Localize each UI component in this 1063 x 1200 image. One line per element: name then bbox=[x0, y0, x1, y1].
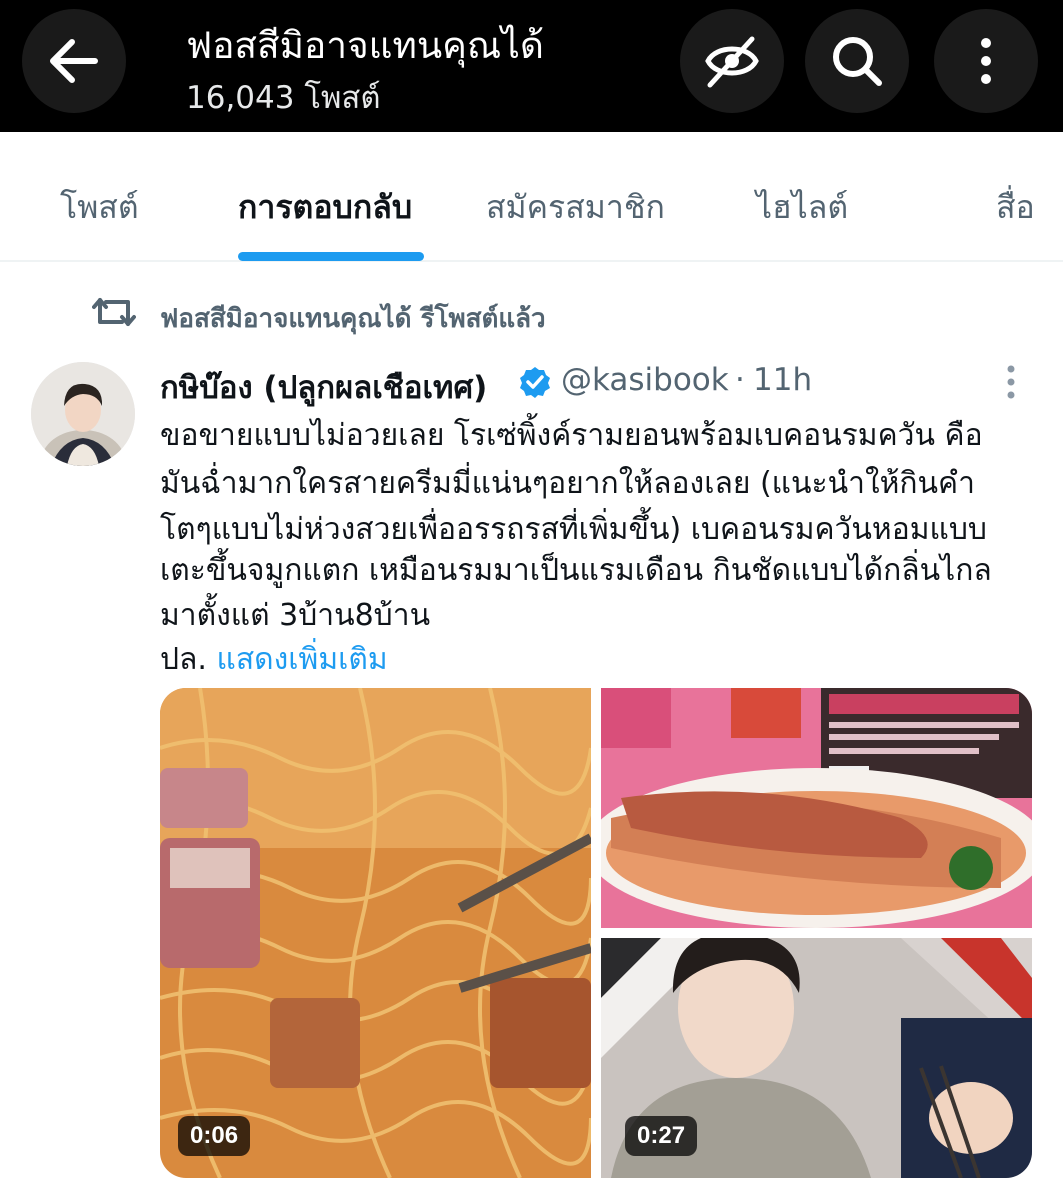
active-tab-indicator bbox=[238, 252, 424, 261]
verified-badge-icon bbox=[520, 367, 550, 398]
post-time[interactable]: 11h bbox=[753, 362, 812, 398]
tab-posts[interactable]: โพสต์ bbox=[60, 182, 139, 233]
post-more-icon[interactable] bbox=[996, 364, 1026, 400]
more-options-button[interactable] bbox=[934, 9, 1038, 113]
profile-tabs: โพสต์ การตอบกลับ สมัครสมาชิก ไฮไลต์ สื่อ bbox=[0, 132, 1063, 262]
author-name[interactable]: กษิบ๊อง (ปลูกผลเชือเทศ) bbox=[160, 362, 487, 412]
profile-title: ฟอสสีมิอาจแทนคุณได้ bbox=[186, 24, 544, 67]
show-more-link[interactable]: แสดงเพิ่มเติม bbox=[217, 642, 388, 677]
search-button[interactable] bbox=[805, 9, 909, 113]
eye-slash-icon bbox=[705, 36, 759, 88]
tab-subscriptions[interactable]: สมัครสมาชิก bbox=[486, 182, 665, 233]
video-duration: 0:27 bbox=[625, 1116, 698, 1156]
post-count: 16,043 โพสต์ bbox=[186, 80, 381, 116]
media-image-menu[interactable] bbox=[601, 688, 1032, 928]
arrow-left-icon bbox=[50, 39, 98, 83]
more-vertical-icon bbox=[981, 38, 991, 84]
post-text-prefix: ปล. bbox=[160, 642, 207, 677]
hide-button[interactable] bbox=[680, 9, 784, 113]
top-app-bar: ฟอสสีมิอาจแทนคุณได้ 16,043 โพสต์ bbox=[0, 0, 1063, 132]
tab-media[interactable]: สื่อ bbox=[996, 182, 1035, 233]
post-text-line: โตๆแบบไม่ห่วงสวยเพื่ออรรถรสที่เพิ่มขึ้น)… bbox=[160, 512, 987, 547]
tab-replies[interactable]: การตอบกลับ bbox=[238, 182, 412, 233]
separator-dot: · bbox=[735, 362, 745, 398]
post-text-line: ขอขายแบบไม่อวยเลย โรเซ่พิ้งค์รามยอนพร้อม… bbox=[160, 418, 983, 453]
post-text-line: มาตั้งแต่ 3บ้าน8บ้าน bbox=[160, 598, 431, 633]
post-text-last-line: ปล. แสดงเพิ่มเติม bbox=[160, 636, 1040, 683]
media-video-noodles[interactable]: 0:06 bbox=[160, 688, 591, 1178]
post-text-line: เตะขึ้นจมูกแตก เหมือนรมมาเป็นแรมเดือน กิ… bbox=[160, 553, 992, 588]
author-handle[interactable]: @kasibook bbox=[561, 362, 729, 398]
video-duration: 0:06 bbox=[178, 1116, 251, 1156]
back-button[interactable] bbox=[22, 9, 126, 113]
repost-label[interactable]: ฟอสสีมิอาจแทนคุณได้ รีโพสต์แล้ว bbox=[160, 298, 546, 339]
search-icon bbox=[833, 37, 882, 86]
avatar[interactable] bbox=[31, 362, 135, 466]
repost-icon bbox=[92, 298, 136, 326]
post-text-line: มันฉ่ำมากใครสายครีมมี่แน่นๆอยากให้ลองเลย… bbox=[160, 466, 975, 501]
tab-highlights[interactable]: ไฮไลต์ bbox=[756, 182, 848, 233]
media-video-person[interactable]: 0:27 bbox=[601, 938, 1032, 1178]
